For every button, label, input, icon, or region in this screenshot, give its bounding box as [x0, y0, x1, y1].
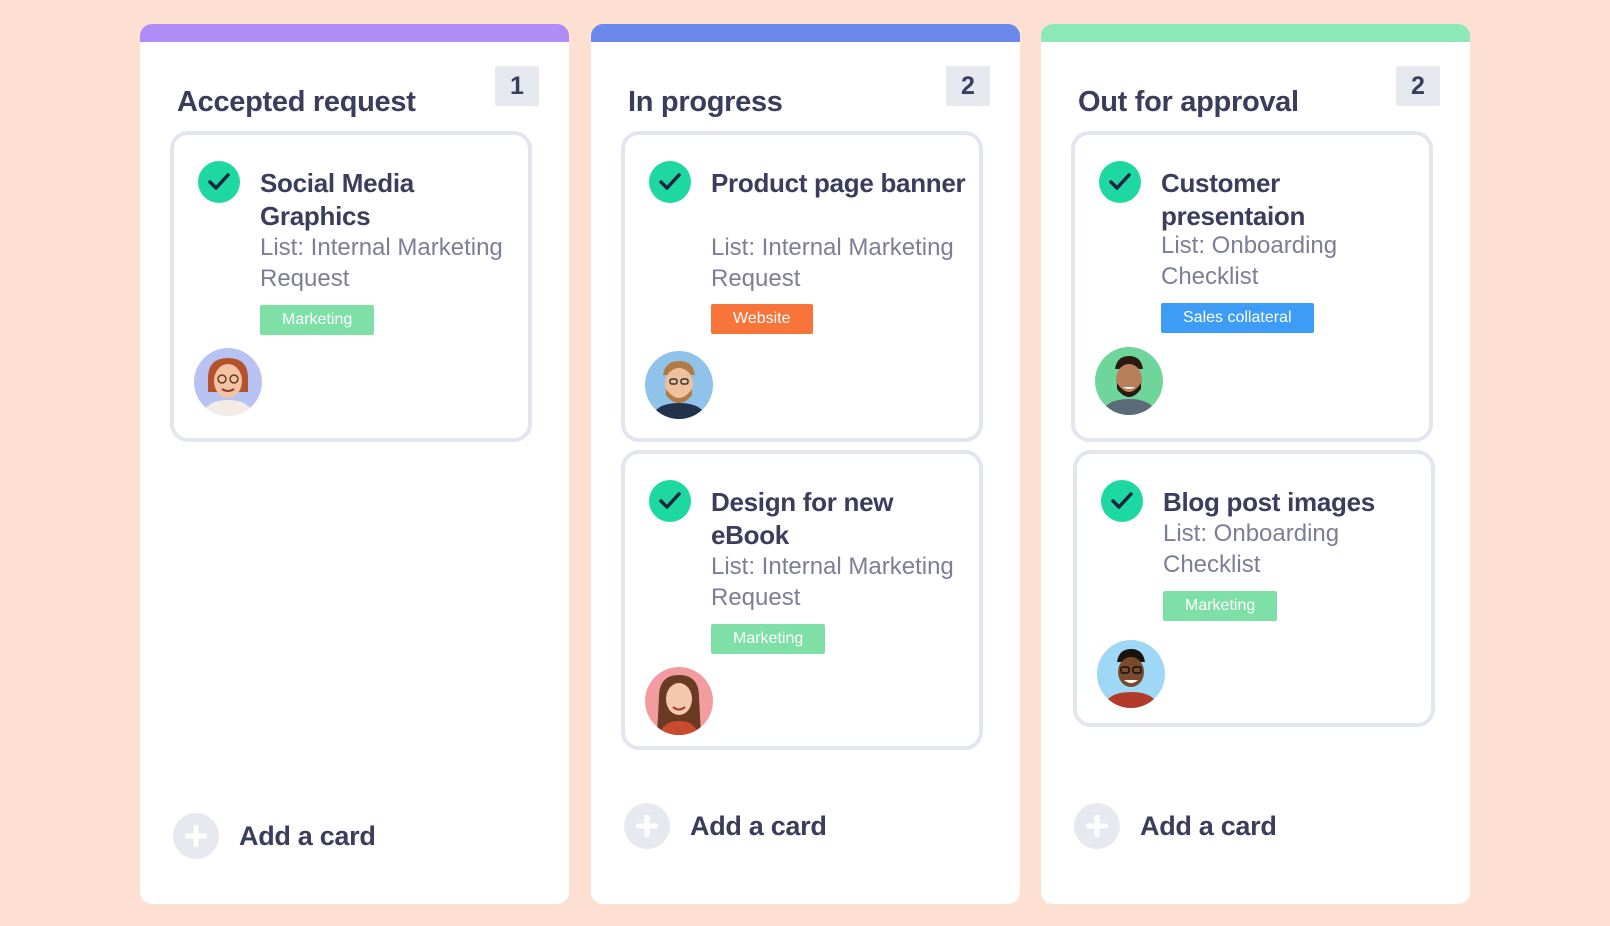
add-card-label: Add a card — [239, 820, 376, 851]
tag-badge: Sales collateral — [1161, 303, 1314, 333]
card-list-name: List: Onboarding Checklist — [1161, 232, 1338, 290]
card-title: Social Media Graphics — [260, 168, 414, 231]
task-card[interactable]: Blog post images List: Onboarding Checkl… — [1073, 450, 1435, 727]
check-circle-icon[interactable] — [1099, 161, 1141, 203]
assignee-avatar[interactable] — [645, 351, 713, 419]
column-card-count: 2 — [1396, 66, 1440, 106]
column-color-bar — [1041, 24, 1470, 42]
card-list-name: List: Internal Marketing Request — [711, 234, 954, 292]
add-card-button[interactable]: Add a card — [1074, 803, 1277, 849]
column-title: In progress — [628, 86, 783, 118]
plus-icon — [173, 813, 219, 859]
column-card-count: 1 — [495, 66, 539, 106]
check-circle-icon[interactable] — [649, 480, 691, 522]
add-card-label: Add a card — [1140, 810, 1277, 841]
card-list-name: List: Internal Marketing Request — [711, 553, 954, 611]
column-color-bar — [140, 24, 569, 42]
plus-icon — [1074, 803, 1120, 849]
tag-badge: Marketing — [260, 305, 375, 335]
check-circle-icon[interactable] — [198, 161, 240, 203]
add-card-button[interactable]: Add a card — [624, 803, 827, 849]
check-circle-icon[interactable] — [649, 161, 691, 203]
assignee-avatar[interactable] — [1097, 640, 1165, 708]
assignee-avatar[interactable] — [194, 348, 262, 416]
plus-icon — [624, 803, 670, 849]
task-card[interactable]: Design for new eBook List: Internal Mark… — [621, 450, 983, 750]
tag-badge: Marketing — [711, 624, 826, 654]
card-title: Customer presentaion — [1161, 168, 1306, 231]
card-title: Blog post images — [1163, 487, 1375, 517]
column-title: Accepted request — [177, 86, 416, 118]
assignee-avatar[interactable] — [1095, 347, 1163, 415]
add-card-label: Add a card — [690, 810, 827, 841]
card-list-name: List: Onboarding Checklist — [1163, 520, 1340, 578]
tag-badge: Website — [711, 304, 813, 334]
card-list-name: List: Internal Marketing Request — [260, 234, 503, 292]
assignee-avatar[interactable] — [645, 667, 713, 735]
task-card[interactable]: Product page banner List: Internal Marke… — [621, 131, 983, 442]
tag-badge: Marketing — [1163, 591, 1278, 621]
task-card[interactable]: Social Media Graphics List: Internal Mar… — [170, 131, 532, 442]
column-title: Out for approval — [1078, 86, 1299, 118]
column-in-progress: In progress 2 Product page banner List: … — [591, 24, 1020, 904]
column-card-count: 2 — [946, 66, 990, 106]
check-circle-icon[interactable] — [1101, 480, 1143, 522]
add-card-button[interactable]: Add a card — [173, 813, 376, 859]
column-out-for-approval: Out for approval 2 Customer presentaion … — [1041, 24, 1470, 904]
column-color-bar — [591, 24, 1020, 42]
card-title: Design for new eBook — [711, 487, 894, 550]
column-accepted-request: Accepted request 1 Social Media Graphics… — [140, 24, 569, 904]
card-title: Product page banner — [711, 168, 966, 198]
task-card[interactable]: Customer presentaion List: Onboarding Ch… — [1071, 131, 1433, 442]
